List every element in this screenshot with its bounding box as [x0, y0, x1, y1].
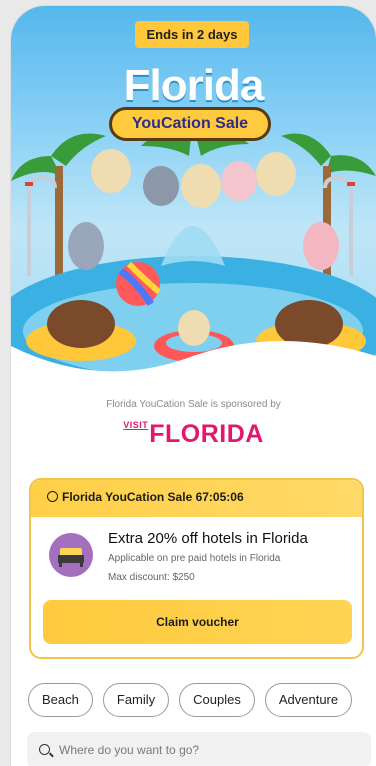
offer-subtitle: Applicable on pre paid hotels in Florida	[108, 553, 281, 564]
hero-subtitle-pill: YouCation Sale	[109, 107, 271, 141]
bed-icon	[49, 533, 93, 577]
search-bar[interactable]: Where do you want to go?	[27, 732, 371, 766]
hero-banner: Ends in 2 days Florida YouCation Sale	[11, 6, 376, 378]
chip-family[interactable]: Family	[102, 683, 170, 717]
hero-title: Florida	[123, 61, 265, 110]
voucher-header-text: Florida YouCation Sale 67:05:06	[62, 490, 244, 504]
phone-frame: Ends in 2 days Florida YouCation Sale Fl…	[11, 6, 376, 766]
search-placeholder: Where do you want to go?	[59, 743, 200, 757]
sponsor-text: Florida YouCation Sale is sponsored by	[106, 399, 281, 410]
visit-florida-logo: VISITFLORIDA	[11, 420, 376, 449]
logo-florida-text: FLORIDA	[149, 420, 264, 448]
search-icon	[39, 744, 50, 755]
claim-voucher-button[interactable]: Claim voucher	[43, 600, 352, 644]
category-chips: Beach Family Couples Adventure	[28, 683, 353, 717]
chip-beach[interactable]: Beach	[28, 683, 93, 717]
voucher-card: Florida YouCation Sale 67:05:06 Extra 20…	[29, 478, 364, 659]
voucher-header: Florida YouCation Sale 67:05:06	[31, 480, 362, 517]
logo-visit-text: VISIT	[123, 420, 149, 430]
chip-couples[interactable]: Couples	[179, 683, 255, 717]
ends-in-badge: Ends in 2 days	[135, 21, 249, 48]
offer-max-discount: Max discount: $250	[108, 572, 195, 583]
offer-title: Extra 20% off hotels in Florida	[108, 530, 308, 547]
chip-adventure[interactable]: Adventure	[264, 683, 353, 717]
timer-icon	[47, 491, 58, 502]
